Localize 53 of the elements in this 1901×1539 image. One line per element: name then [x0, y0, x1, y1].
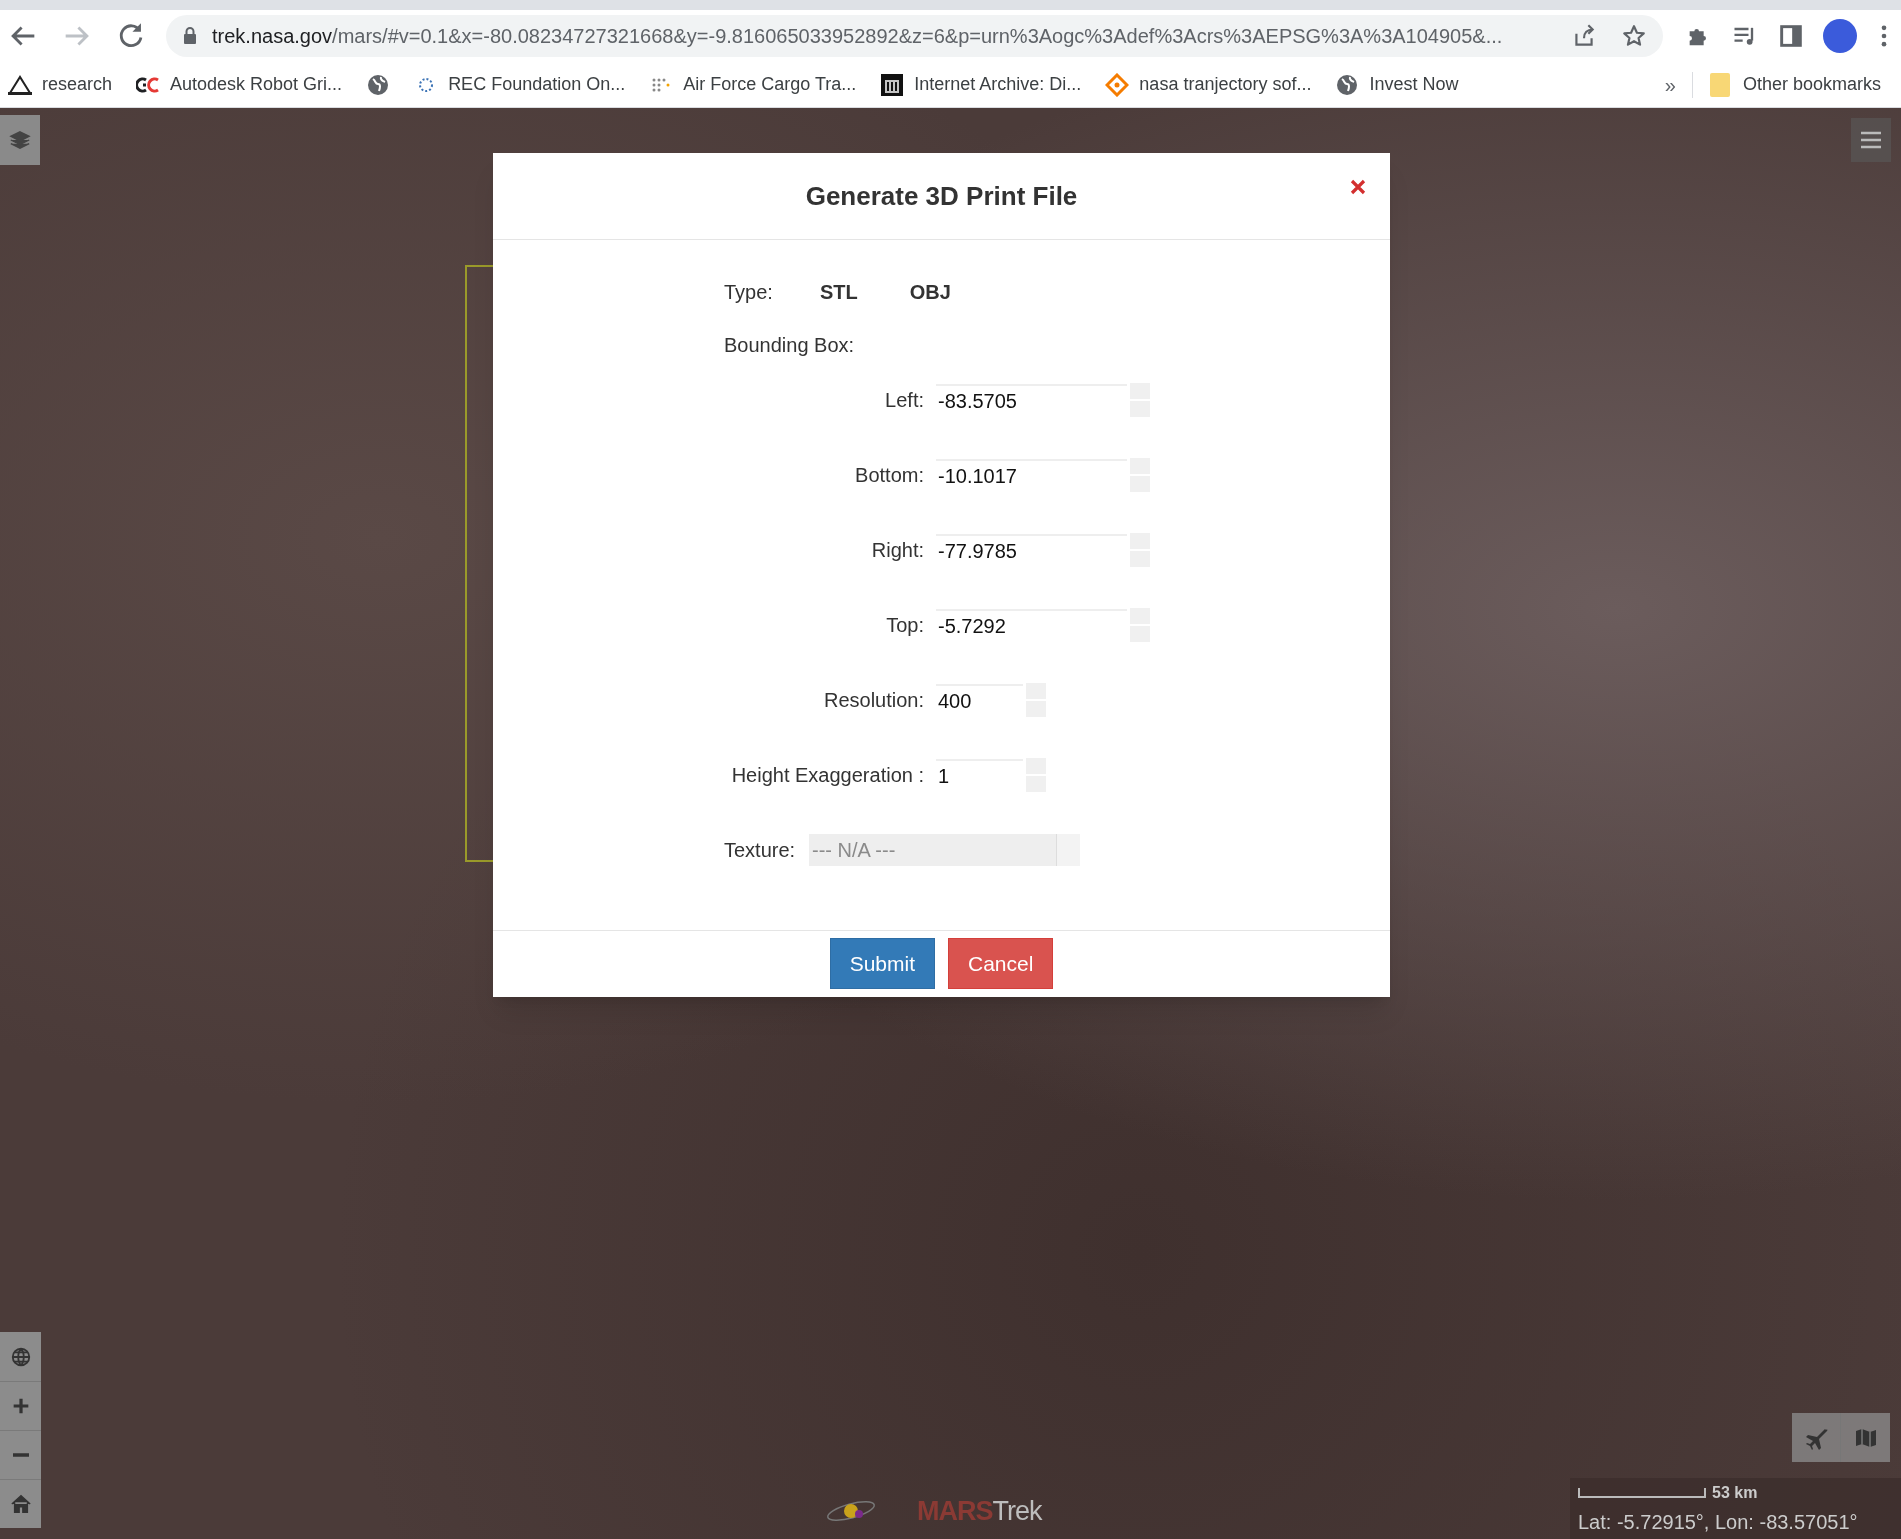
bookmark[interactable]: Invest Now	[1329, 66, 1465, 103]
diamond-logo-icon	[1105, 72, 1130, 97]
number-field[interactable]: -83.5705	[936, 384, 1127, 416]
number-field[interactable]: -77.9785	[936, 534, 1127, 566]
bookmark[interactable]: Autodesk Robot Gri...	[130, 66, 349, 103]
bookmark[interactable]: research	[2, 66, 119, 103]
scale-bar-icon	[1578, 1487, 1706, 1498]
close-button[interactable]	[1348, 177, 1368, 197]
close-icon	[1350, 179, 1366, 195]
field-label: Bottom:	[854, 463, 924, 488]
layers-icon	[9, 129, 31, 151]
home-icon	[9, 1493, 32, 1515]
bookmark[interactable]: nasa tranjectory sof...	[1099, 66, 1318, 103]
globe-icon	[366, 72, 391, 97]
coordinates-text: Lat: -5.72915°, Lon: -83.57051°	[1578, 1509, 1859, 1535]
address-bar[interactable]: trek.nasa.gov/mars/#v=0.1&x=-80.08234727321668&y=-9.816065033952892&z=6&p=urn%3Aogc%3Adef%3Acrs%3AEPSG%3A%3A104905&...	[166, 15, 1663, 57]
dialog-title: Generate 3D Print File	[805, 179, 1078, 213]
url-text: trek.nasa.gov/mars/#v=0.1&x=-80.08234727321668&y=-9.816065033952892&z=6&p=urn%3Aogc%3Adef%3Acrs%3AEPSG%3A%3A104905&...	[212, 24, 1504, 49]
globe-icon	[1335, 72, 1360, 97]
section-label: Bounding Box:	[724, 333, 855, 358]
bookmark-folder[interactable]: Other bookmarks	[1708, 71, 1881, 98]
bookmark[interactable]: Internet Archive: Di...	[874, 66, 1088, 103]
globe-icon	[9, 1345, 32, 1368]
profile-avatar[interactable]	[1823, 19, 1857, 53]
field-label: Top:	[885, 613, 924, 638]
number-field[interactable]: -10.1017	[936, 459, 1127, 491]
bookmark[interactable]: REC Foundation On...	[408, 66, 632, 103]
minus-icon	[12, 1453, 29, 1457]
lock-icon	[182, 26, 198, 46]
star-icon[interactable]	[1621, 23, 1647, 49]
file-type-option[interactable]: OBJ	[909, 277, 951, 307]
side-panel-icon[interactable]	[1777, 22, 1805, 50]
number-field[interactable]: 1	[936, 759, 1023, 791]
menu-icon	[1859, 130, 1883, 150]
file-type-option[interactable]: STL	[820, 277, 858, 307]
layers-button[interactable]	[0, 115, 40, 165]
number-field[interactable]: 400	[936, 684, 1023, 716]
building-columns-icon	[880, 72, 905, 97]
submit-button[interactable]: Submit	[829, 938, 935, 989]
field-label: Height Exaggeration :	[730, 763, 924, 788]
cancel-button[interactable]: Cancel	[948, 938, 1054, 989]
number-field[interactable]: -5.7292	[936, 609, 1127, 641]
folder-icon	[1708, 71, 1731, 98]
scale-label: 53 km	[1712, 1482, 1758, 1503]
marstrek-logo: MARSTrek	[917, 1495, 1042, 1528]
field-label: Type:	[724, 280, 774, 305]
field-label: Resolution:	[822, 688, 924, 713]
menu-button[interactable]	[1851, 118, 1891, 162]
bookmark[interactable]: Air Force Cargo Tra...	[643, 66, 863, 103]
field-label: Left:	[884, 388, 924, 413]
field-label: Texture:	[724, 838, 797, 863]
field-label: Right:	[870, 538, 924, 563]
more-bookmarks-chevron[interactable]: »	[1664, 69, 1676, 100]
